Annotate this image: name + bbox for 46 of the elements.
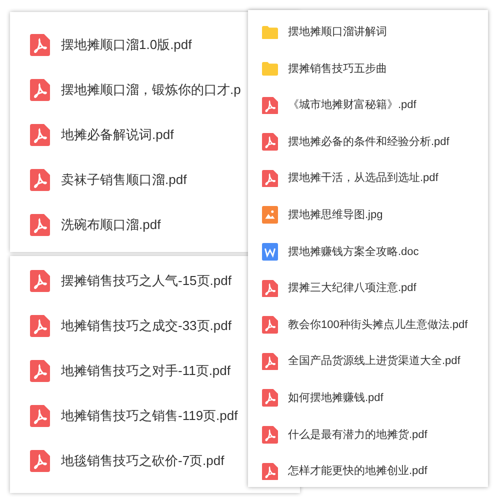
pdf-file-icon: [262, 426, 278, 444]
pdf-file-icon: [30, 270, 50, 292]
file-name[interactable]: 什么是最有潜力的地摊货.pdf: [288, 426, 428, 444]
pdf-file-icon: [30, 168, 50, 190]
pdf-file-icon: [262, 352, 278, 370]
pdf-file-icon: [30, 78, 50, 100]
file-name[interactable]: 摆地摊顺口溜讲解词: [288, 24, 387, 41]
pdf-file-icon: [262, 462, 278, 480]
file-name[interactable]: 教会你100种街头摊点儿生意做法.pdf: [288, 316, 468, 334]
file-name[interactable]: 怎样才能更快的地摊创业.pdf: [288, 463, 428, 480]
file-name[interactable]: 摆地摊思维导图.jpg: [288, 207, 383, 224]
pdf-file-icon: [262, 316, 278, 334]
pdf-file-icon: [262, 389, 278, 408]
file-name[interactable]: 全国产品货源线上进货渠道大全.pdf: [288, 353, 460, 370]
folder-icon: [262, 62, 278, 76]
pdf-file-icon: [262, 133, 278, 151]
pdf-file-icon: [30, 450, 50, 472]
image-file-icon: [262, 206, 278, 224]
pdf-file-icon: [262, 170, 278, 188]
file-name[interactable]: 摆摊销售技巧五步曲: [288, 60, 387, 78]
pdf-file-icon: [30, 404, 50, 426]
file-name[interactable]: 摆摊三大纪律八项注意.pdf: [288, 280, 416, 297]
file-name[interactable]: 地毯销售技巧之砍价-7页.pdf: [61, 450, 224, 470]
pdf-file-icon: [30, 34, 50, 56]
file-name[interactable]: 摆摊销售技巧之人气-15页.pdf: [61, 270, 232, 290]
folder-icon: [262, 26, 278, 40]
file-name[interactable]: 摆地摊干活，从选品到选址.pdf: [288, 170, 438, 187]
file-name[interactable]: 摆地摊赚钱方案全攻略.doc: [288, 244, 419, 260]
file-name[interactable]: 如何摆地摊赚钱.pdf: [288, 390, 384, 406]
pdf-file-icon: [30, 124, 50, 146]
file-name[interactable]: 卖袜子销售顺口溜.pdf: [61, 170, 187, 190]
file-name[interactable]: 地摊必备解说词.pdf: [61, 124, 174, 144]
pdf-file-icon: [30, 314, 50, 336]
file-name[interactable]: 地摊销售技巧之成交-33页.pdf: [61, 316, 232, 336]
file-name[interactable]: 摆地摊必备的条件和经验分析.pdf: [288, 134, 450, 150]
file-name[interactable]: 摆地摊顺口溜，锻炼你的口才.p: [61, 80, 241, 100]
file-name[interactable]: 地摊销售技巧之对手-11页.pdf: [61, 360, 231, 380]
file-name[interactable]: 洗碗布顺口溜.pdf: [61, 214, 161, 234]
pdf-file-icon: [262, 96, 278, 114]
file-name[interactable]: 地摊销售技巧之销售-119页.pdf: [61, 406, 238, 426]
pdf-file-icon: [30, 360, 50, 382]
file-name[interactable]: 摆地摊顺口溜1.0版.pdf: [61, 34, 192, 54]
pdf-file-icon: [30, 214, 50, 236]
word-file-icon: [262, 243, 278, 261]
pdf-file-icon: [262, 280, 278, 298]
file-name[interactable]: 《城市地摊财富秘籍》.pdf: [288, 97, 416, 114]
